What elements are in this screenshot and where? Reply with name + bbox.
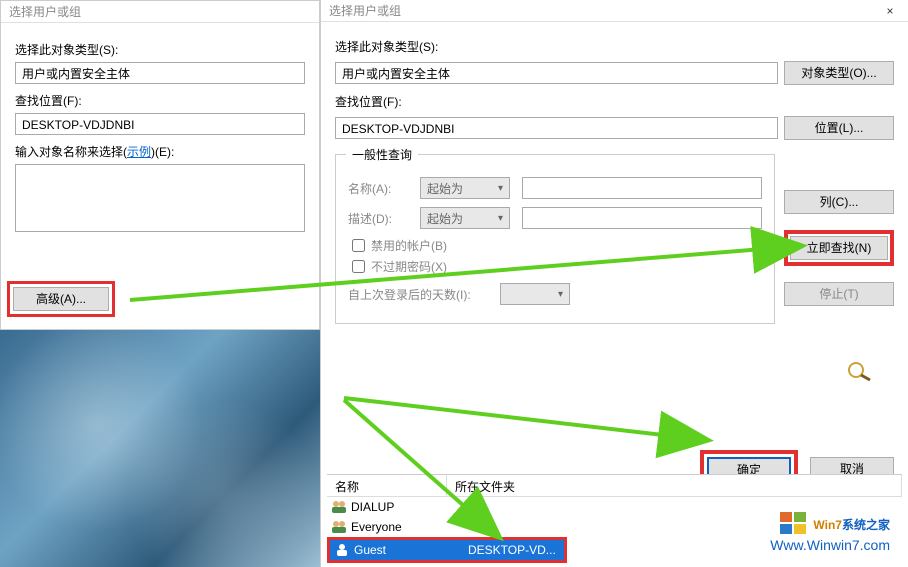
columns-button[interactable]: 列(C)...: [784, 190, 894, 214]
find-now-button[interactable]: 立即查找(N): [790, 236, 888, 260]
select-user-dialog-basic: 选择用户或组 选择此对象类型(S): 用户或内置安全主体 查找位置(F): DE…: [0, 0, 320, 330]
highlight-find-now: 立即查找(N): [784, 230, 894, 266]
common-query-group: 一般性查询 名称(A): 起始为 ▾ 描述(D): 起始为 ▾ 禁用的: [335, 154, 775, 324]
nonexpiring-password-box[interactable]: [352, 260, 365, 273]
enter-names-label: 输入对象名称来选择(示例)(E):: [15, 143, 305, 160]
location-field: DESKTOP-VDJDNBI: [15, 113, 305, 135]
object-type-field: 用户或内置安全主体: [335, 62, 778, 84]
row-name: Guest: [354, 543, 464, 557]
name-match-value: 起始为: [427, 180, 463, 197]
row-name: Everyone: [351, 520, 461, 534]
desc-match-value: 起始为: [427, 210, 463, 227]
days-since-logon-select[interactable]: ▾: [500, 283, 570, 305]
enter-names-pre: 输入对象名称来选择(: [15, 145, 127, 159]
user-icon: [334, 542, 350, 558]
days-since-logon-label: 自上次登录后的天数(I):: [348, 286, 488, 303]
name-match-select[interactable]: 起始为 ▾: [420, 177, 510, 199]
example-link[interactable]: 示例: [127, 145, 151, 159]
search-results-table: 名称 所在文件夹 DIALUP Everyone Guest DESKTOP-V…: [327, 474, 902, 567]
object-type-label: 选择此对象类型(S):: [15, 41, 305, 58]
advanced-button[interactable]: 高级(A)...: [13, 287, 109, 311]
enter-names-post: )(E):: [151, 145, 174, 159]
chevron-down-icon: ▾: [498, 183, 503, 194]
desc-input[interactable]: [522, 207, 762, 229]
name-label: 名称(A):: [348, 180, 408, 197]
object-types-button[interactable]: 对象类型(O)...: [784, 61, 894, 85]
results-header: 名称 所在文件夹: [327, 475, 902, 497]
location-label: 查找位置(F):: [335, 93, 894, 110]
disabled-accounts-checkbox[interactable]: 禁用的帐户(B): [352, 237, 762, 254]
close-icon[interactable]: ×: [880, 0, 900, 21]
group-legend: 一般性查询: [346, 146, 418, 163]
object-names-textarea[interactable]: [15, 164, 305, 232]
results-row[interactable]: Everyone: [327, 517, 902, 537]
nonexpiring-password-label: 不过期密码(X): [371, 258, 447, 275]
locations-button[interactable]: 位置(L)...: [784, 116, 894, 140]
object-type-field: 用户或内置安全主体: [15, 62, 305, 84]
location-label: 查找位置(F):: [15, 92, 305, 109]
results-row[interactable]: DIALUP: [327, 497, 902, 517]
highlight-guest-row: Guest DESKTOP-VD...: [327, 537, 567, 563]
desc-match-select[interactable]: 起始为 ▾: [420, 207, 510, 229]
chevron-down-icon: ▾: [498, 213, 503, 224]
dialog-title: 选择用户或组: [1, 1, 319, 23]
stop-button[interactable]: 停止(T): [784, 282, 894, 306]
disabled-accounts-label: 禁用的帐户(B): [371, 237, 447, 254]
select-user-dialog-advanced: 选择用户或组 × 选择此对象类型(S): 用户或内置安全主体 对象类型(O)..…: [320, 0, 908, 567]
row-name: DIALUP: [351, 500, 461, 514]
nonexpiring-password-checkbox[interactable]: 不过期密码(X): [352, 258, 762, 275]
column-folder[interactable]: 所在文件夹: [447, 475, 902, 496]
highlight-advanced: 高级(A)...: [7, 281, 115, 317]
group-icon: [331, 499, 347, 515]
row-folder: DESKTOP-VD...: [468, 543, 560, 557]
location-field: DESKTOP-VDJDNBI: [335, 117, 778, 139]
object-type-label: 选择此对象类型(S):: [335, 38, 894, 55]
dialog-title: 选择用户或组: [329, 0, 401, 21]
desc-label: 描述(D):: [348, 210, 408, 227]
group-icon: [331, 519, 347, 535]
chevron-down-icon: ▾: [558, 289, 563, 300]
search-icon: [844, 360, 878, 382]
disabled-accounts-box[interactable]: [352, 239, 365, 252]
column-name[interactable]: 名称: [327, 475, 447, 496]
results-row-selected[interactable]: Guest DESKTOP-VD...: [330, 540, 564, 560]
desktop-wallpaper: [0, 330, 320, 567]
name-input[interactable]: [522, 177, 762, 199]
